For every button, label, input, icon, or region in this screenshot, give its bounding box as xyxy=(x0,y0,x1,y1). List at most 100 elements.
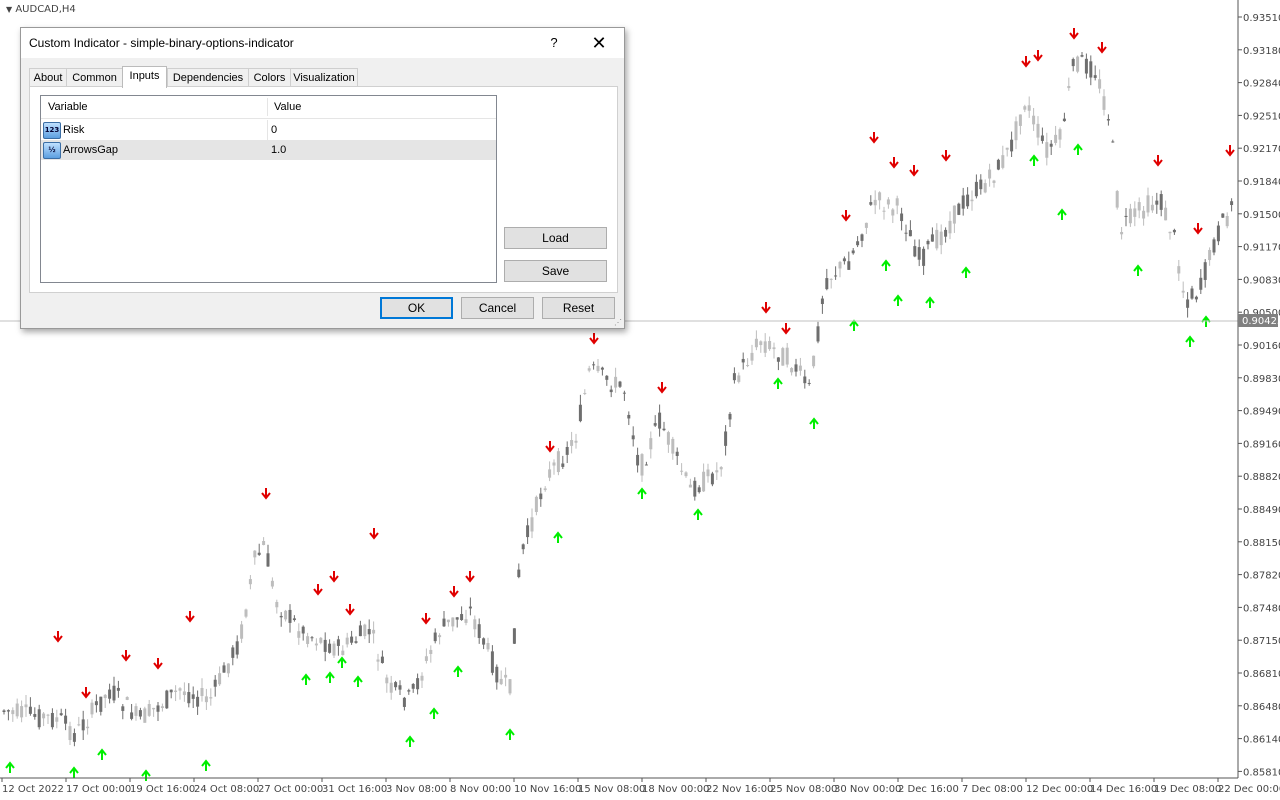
candle-body xyxy=(68,726,72,741)
candle-body xyxy=(468,606,472,609)
sell-arrow-icon xyxy=(261,488,271,500)
candle-body xyxy=(908,230,912,237)
price-label: 0.88820 xyxy=(1243,472,1280,483)
tab-common[interactable]: Common xyxy=(66,68,123,87)
candle-body xyxy=(90,702,94,715)
tab-colors[interactable]: Colors xyxy=(248,68,291,87)
variable-value[interactable]: 0 xyxy=(271,124,277,136)
candle-body xyxy=(332,643,336,656)
tab-dependencies[interactable]: Dependencies xyxy=(167,68,249,87)
sell-arrow-icon xyxy=(345,604,355,616)
candle-body xyxy=(451,617,455,627)
sell-arrow-icon xyxy=(81,687,91,699)
candle-body xyxy=(922,248,926,266)
price-label: 0.93510 xyxy=(1243,13,1280,24)
candle-body xyxy=(341,650,345,656)
chevron-down-icon[interactable]: ▼ xyxy=(6,5,12,14)
column-value[interactable]: Value xyxy=(274,101,301,113)
candle-body xyxy=(1164,207,1168,221)
tab-about[interactable]: About xyxy=(29,68,67,87)
candle-body xyxy=(1172,229,1176,233)
candle-body xyxy=(627,414,631,419)
candle-body xyxy=(174,690,178,692)
candle-body xyxy=(636,454,640,466)
column-variable[interactable]: Variable xyxy=(48,101,88,113)
candle-body xyxy=(1199,277,1203,290)
candle-body xyxy=(1080,55,1084,57)
candle-body xyxy=(231,647,235,658)
candle-body xyxy=(600,367,604,370)
buy-arrow-icon xyxy=(301,673,311,685)
time-label: 3 Nov 08:00 xyxy=(386,784,447,795)
candle-body xyxy=(530,517,534,532)
time-label: 30 Nov 00:00 xyxy=(834,784,901,795)
candle-body xyxy=(864,222,868,228)
candle-body xyxy=(336,639,340,646)
candle-body xyxy=(486,642,490,650)
sell-arrow-icon xyxy=(1225,145,1235,157)
candle-body xyxy=(235,641,239,655)
candle-body xyxy=(939,231,943,246)
double-type-icon: ½ xyxy=(43,142,61,159)
candle-body xyxy=(869,202,873,205)
candle-body xyxy=(385,677,389,684)
close-button[interactable]: ✕ xyxy=(582,32,616,54)
candle-body xyxy=(328,643,332,653)
time-label: 12 Dec 00:00 xyxy=(1026,784,1093,795)
price-label: 0.86810 xyxy=(1243,669,1280,680)
candle-body xyxy=(776,357,780,362)
candle-body xyxy=(508,679,512,694)
candle-body xyxy=(64,715,68,724)
candle-body xyxy=(702,471,706,492)
time-label: 27 Oct 00:00 xyxy=(258,784,323,795)
candle-body xyxy=(446,619,450,623)
column-separator[interactable] xyxy=(267,98,268,116)
input-row-arrowsgap[interactable]: ½ ArrowsGap 1.0 xyxy=(41,140,496,160)
input-row-risk[interactable]: 123 Risk 0 xyxy=(41,120,496,140)
ok-button[interactable]: OK xyxy=(380,297,453,319)
candle-body xyxy=(1133,208,1137,217)
candle-body xyxy=(930,234,934,242)
candle-body xyxy=(372,629,376,634)
candle-body xyxy=(156,705,160,712)
candle-body xyxy=(345,637,349,645)
help-button[interactable]: ? xyxy=(540,32,568,54)
time-label: 2 Dec 16:00 xyxy=(898,784,959,795)
candle-body xyxy=(402,697,406,707)
symbol-label: AUDCAD,H4 xyxy=(15,4,76,15)
candle-body xyxy=(169,689,173,693)
sell-arrow-icon xyxy=(313,584,323,596)
candle-body xyxy=(952,205,956,224)
candle-body xyxy=(1027,105,1031,111)
dialog-titlebar[interactable]: Custom Indicator - simple-binary-options… xyxy=(21,28,624,58)
reset-button[interactable]: Reset xyxy=(542,297,615,319)
candle-body xyxy=(1168,231,1172,234)
load-button[interactable]: Load xyxy=(504,227,607,249)
tab-inputs[interactable]: Inputs xyxy=(122,66,167,88)
variable-value[interactable]: 1.0 xyxy=(271,144,286,156)
price-label: 0.87480 xyxy=(1243,603,1280,614)
candle-body xyxy=(539,493,543,500)
candle-body xyxy=(1230,201,1234,206)
candle-body xyxy=(983,183,987,193)
price-label: 0.86140 xyxy=(1243,735,1280,746)
candle-body xyxy=(1102,96,1106,110)
candle-body xyxy=(226,663,230,674)
candle-body xyxy=(108,689,112,699)
cancel-button[interactable]: Cancel xyxy=(461,297,534,319)
candle-body xyxy=(587,368,591,371)
candle-body xyxy=(244,609,248,617)
candle-body xyxy=(1098,79,1102,89)
save-button[interactable]: Save xyxy=(504,260,607,282)
integer-type-icon: 123 xyxy=(43,122,61,139)
resize-grip-icon[interactable]: ⋰ xyxy=(614,318,622,327)
candle-body xyxy=(367,629,371,635)
candle-body xyxy=(746,365,750,367)
candle-body xyxy=(411,684,415,689)
tab-visualization[interactable]: Visualization xyxy=(290,68,358,87)
candle-body xyxy=(138,710,142,717)
buy-arrow-icon xyxy=(353,675,363,687)
buy-arrow-icon xyxy=(453,665,463,677)
buy-arrow-icon xyxy=(849,319,859,331)
candle-body xyxy=(1194,296,1198,300)
